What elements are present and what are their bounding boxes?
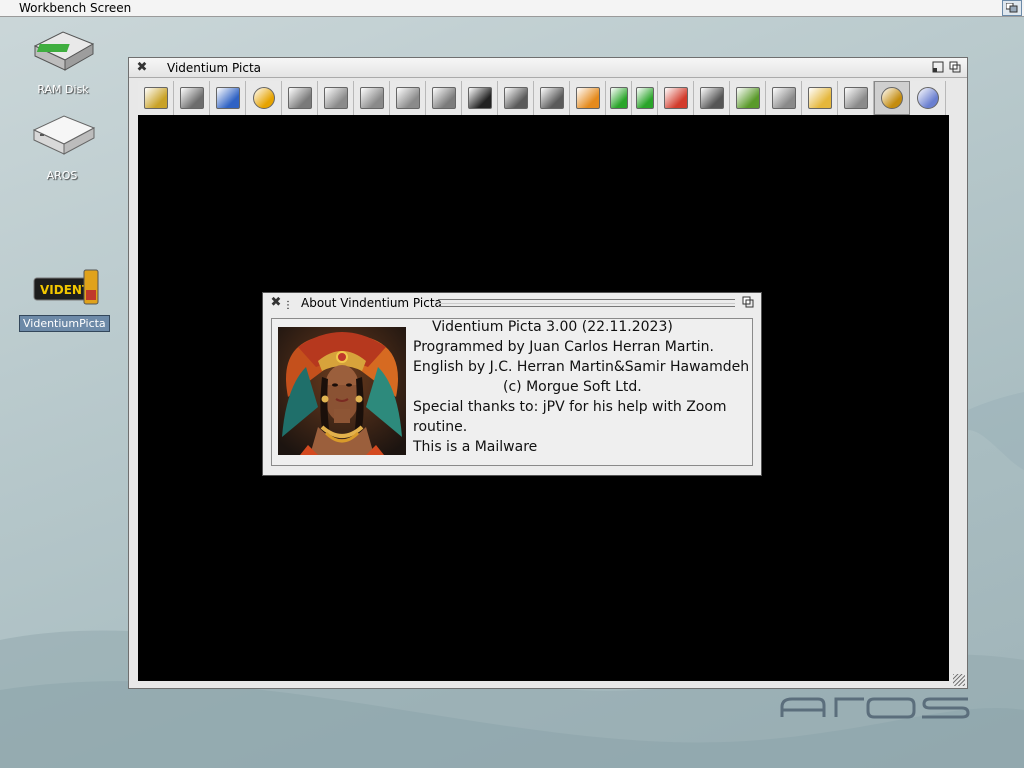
ram-disk-icon <box>33 31 95 71</box>
convert-icon <box>699 87 724 109</box>
filmstrip-icon <box>467 87 492 109</box>
close-icon[interactable]: ✖ <box>135 61 149 75</box>
rotate-90-button[interactable] <box>354 81 390 115</box>
magnify-icon <box>431 87 456 109</box>
videntium-app-icon: VIDENTI <box>33 269 99 305</box>
image-info-button[interactable] <box>318 81 354 115</box>
scale-percent-button[interactable] <box>390 81 426 115</box>
slideshow-icon <box>843 87 868 109</box>
magnify-button[interactable] <box>426 81 462 115</box>
rotate-icon <box>287 87 312 109</box>
about-mailware-line: This is a Mailware <box>413 439 538 455</box>
toolbar <box>138 81 950 115</box>
open-icon <box>143 87 168 109</box>
desktop-icon-label: RAM Disk <box>37 83 89 96</box>
save-button[interactable] <box>174 81 210 115</box>
title-drag-bar[interactable] <box>438 299 735 307</box>
export-icon <box>735 87 760 109</box>
info-icon <box>881 87 903 109</box>
drag-icon: ⋮ <box>283 300 293 311</box>
info-button[interactable] <box>874 81 910 115</box>
depth-window-icon[interactable] <box>948 61 962 75</box>
hard-disk-icon <box>32 115 96 155</box>
open-button[interactable] <box>138 81 174 115</box>
main-window-title: Videntium Picta <box>167 61 261 75</box>
desktop-icon-videntiumpicta[interactable]: VIDENTI VidentiumPicta <box>19 268 110 332</box>
desktop-icon-label: AROS <box>46 169 78 182</box>
about-content-panel: Videntium Picta 3.00 (22.11.2023) Progra… <box>271 318 753 466</box>
fit-button[interactable] <box>210 81 246 115</box>
screen-title-bar: Workbench Screen <box>0 0 1024 17</box>
export-button[interactable] <box>730 81 766 115</box>
about-window-title-bar[interactable]: ✖ ⋮ About Vindentium Picta <box>263 293 761 313</box>
slideshow-button[interactable] <box>838 81 874 115</box>
delete-button[interactable] <box>658 81 694 115</box>
about-thanks-line: Special thanks to: jPV for his help with… <box>413 399 727 415</box>
depth-window-icon[interactable] <box>741 296 755 310</box>
copy-icon <box>771 87 796 109</box>
main-window-title-bar[interactable]: ✖ Videntium Picta <box>129 58 967 78</box>
about-window-title: About Vindentium Picta <box>301 296 442 310</box>
undo-icon <box>575 87 600 109</box>
delete-icon <box>663 87 688 109</box>
rotate-90-icon <box>359 87 384 109</box>
convert-button[interactable] <box>694 81 730 115</box>
help-question-icon <box>252 87 275 109</box>
folder-button[interactable] <box>802 81 838 115</box>
zoom-window-icon[interactable] <box>931 61 945 75</box>
desktop-icon-ram-disk[interactable]: RAM Disk <box>18 24 108 97</box>
screen-title: Workbench Screen <box>19 1 132 15</box>
undo-button[interactable] <box>570 81 606 115</box>
help-button[interactable] <box>910 81 946 115</box>
arrow-left-button[interactable] <box>606 81 632 115</box>
desktop-icon-aros[interactable]: AROS <box>17 112 107 183</box>
help-question-button[interactable] <box>246 81 282 115</box>
copy-button[interactable] <box>766 81 802 115</box>
zoom-out-button[interactable] <box>498 81 534 115</box>
filmstrip-button[interactable] <box>462 81 498 115</box>
zoom-in-icon <box>539 87 564 109</box>
help-icon <box>916 87 939 109</box>
about-window: ✖ ⋮ About Vindentium Picta Videntium Pic… <box>262 292 762 476</box>
arrow-left-icon <box>609 87 628 109</box>
about-copyright-line: (c) Morgue Soft Ltd. <box>503 379 642 395</box>
portrait-image <box>278 327 406 455</box>
rotate-button[interactable] <box>282 81 318 115</box>
save-icon <box>179 87 204 109</box>
fit-icon <box>215 87 240 109</box>
desktop-icon-label: VidentiumPicta <box>19 315 110 332</box>
arrow-right-icon <box>635 87 654 109</box>
about-author-line: Programmed by Juan Carlos Herran Martin. <box>413 339 714 355</box>
about-version-line: Videntium Picta 3.00 (22.11.2023) <box>432 319 673 335</box>
resize-handle-icon[interactable] <box>953 674 965 686</box>
about-thanks-continued-line: routine. <box>413 419 468 435</box>
aros-logo <box>780 697 970 719</box>
scale-percent-icon <box>395 87 420 109</box>
screen-depth-icon[interactable] <box>1002 0 1022 16</box>
close-icon[interactable]: ✖ <box>269 296 283 310</box>
folder-icon <box>807 87 832 109</box>
image-info-icon <box>323 87 348 109</box>
zoom-out-icon <box>503 87 528 109</box>
zoom-in-button[interactable] <box>534 81 570 115</box>
arrow-right-button[interactable] <box>632 81 658 115</box>
about-translation-line: English by J.C. Herran Martin&Samir Hawa… <box>413 359 750 375</box>
